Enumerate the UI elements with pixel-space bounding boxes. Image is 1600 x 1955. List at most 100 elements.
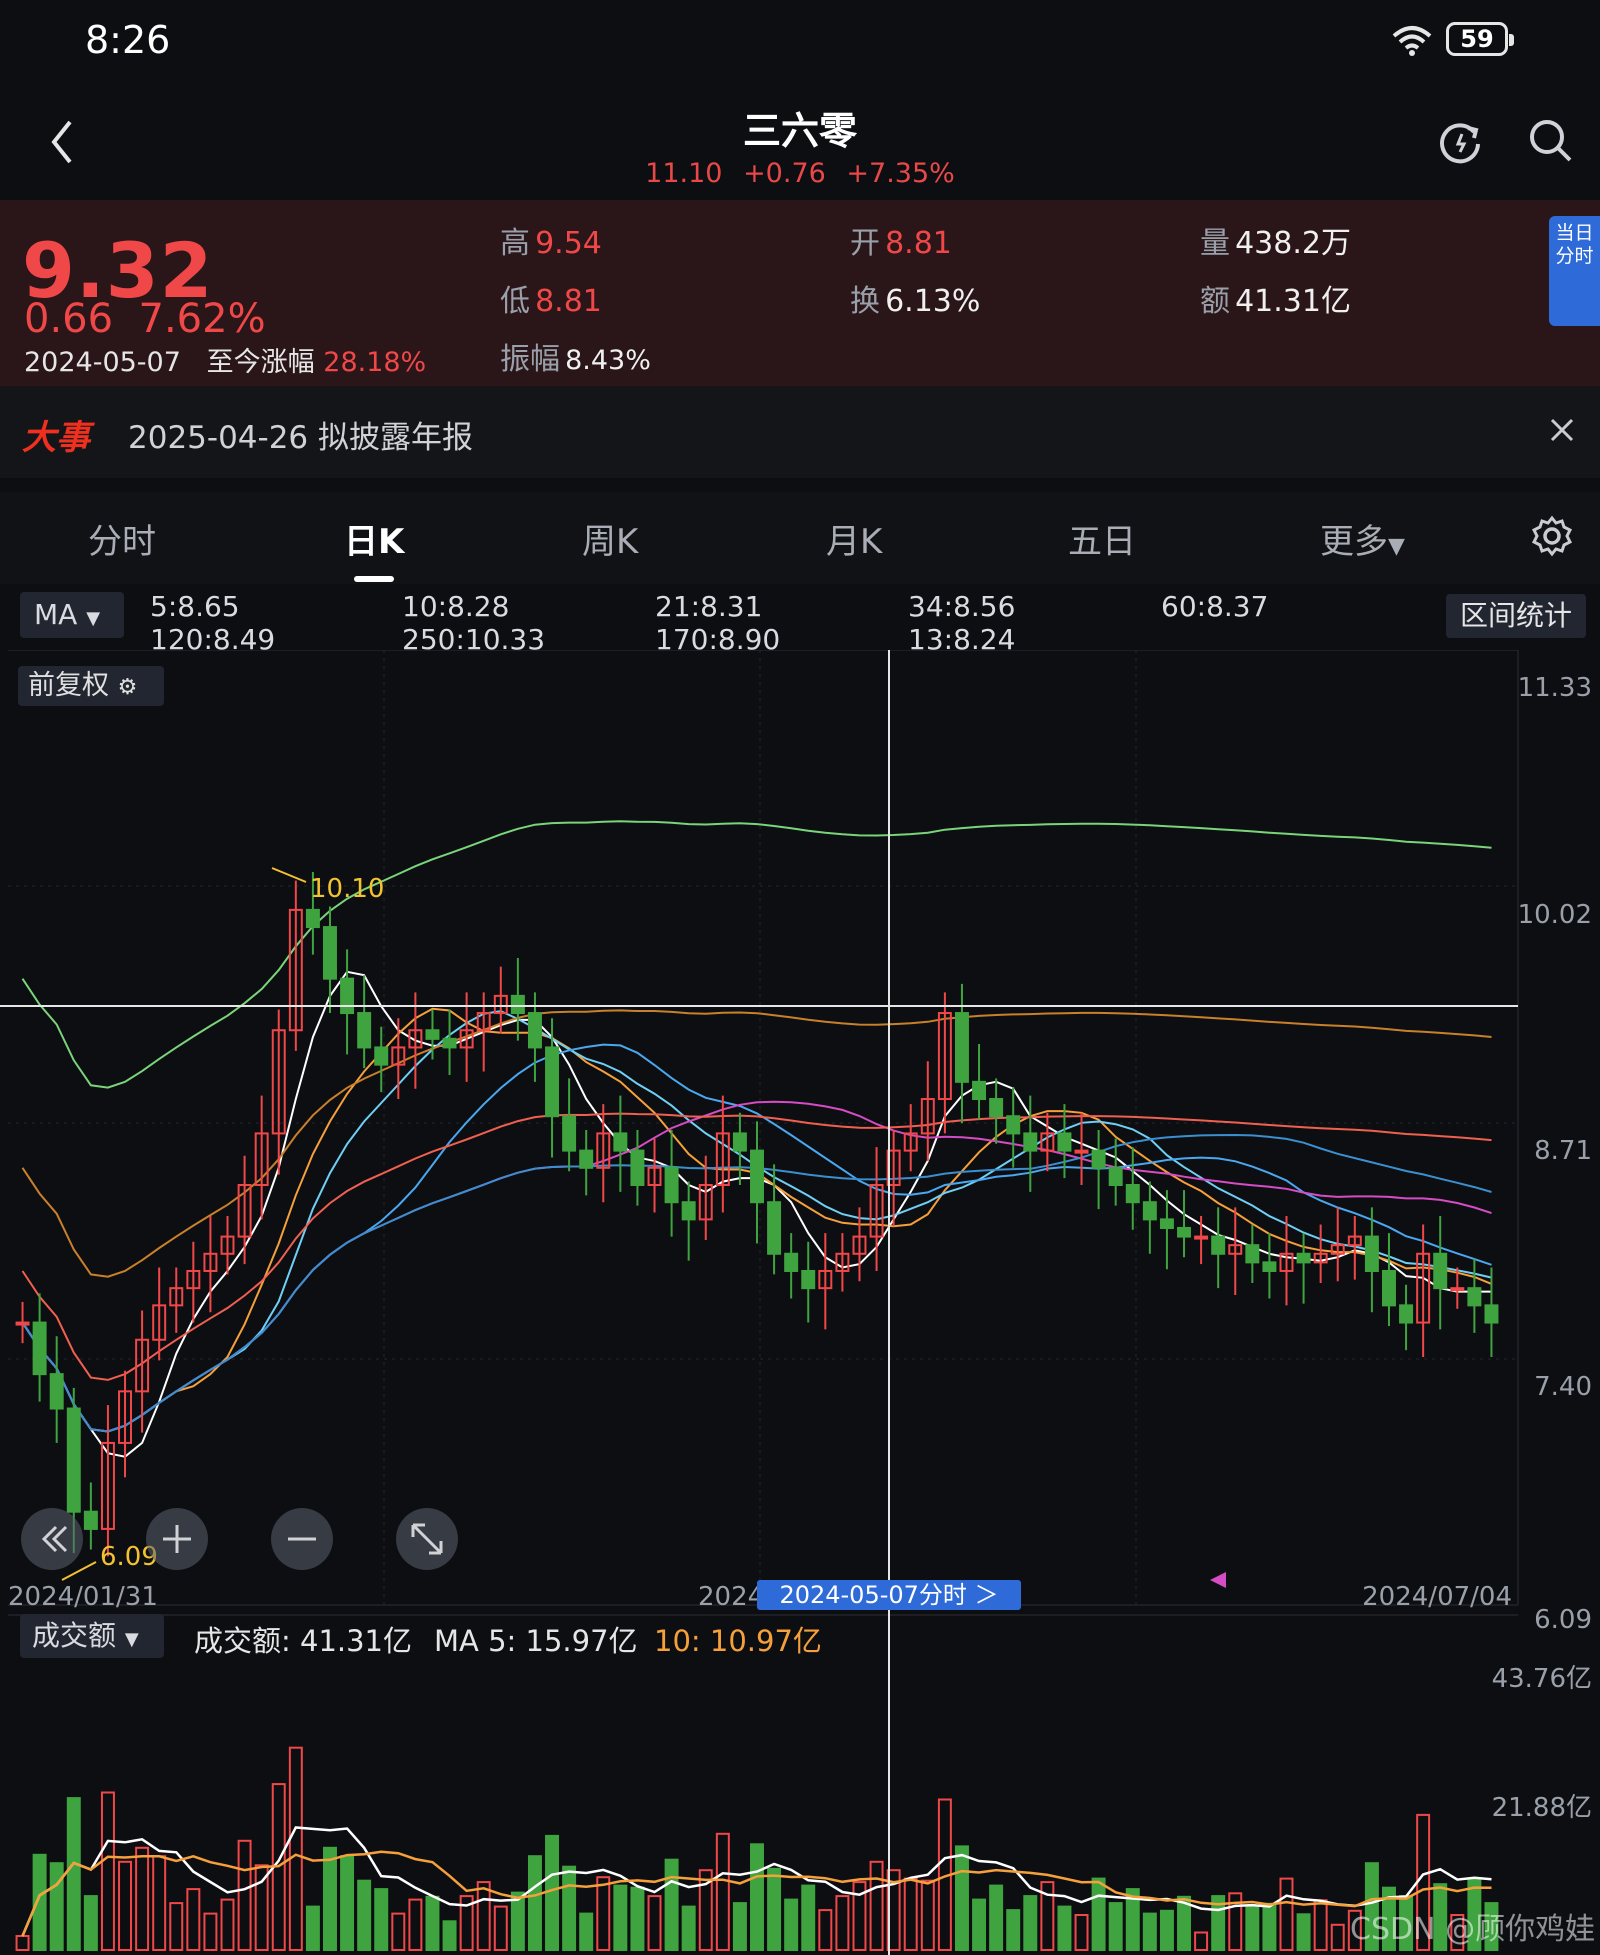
max-price-label: 10.10 bbox=[310, 874, 384, 904]
volume-bar bbox=[545, 1834, 560, 1952]
scroll-left-button[interactable] bbox=[21, 1508, 83, 1570]
volume-bar bbox=[989, 1884, 1004, 1951]
volume-bar bbox=[715, 1832, 730, 1952]
tab-intraday[interactable]: 分时 bbox=[88, 514, 156, 563]
kline-chart[interactable]: 10.10 6.09 11.33 10.02 8.71 7.40 6.09 20… bbox=[0, 650, 1600, 1955]
candle-body bbox=[784, 1252, 799, 1272]
volume-bar bbox=[1279, 1877, 1294, 1951]
tab-weekly-k[interactable]: 周K bbox=[582, 514, 638, 563]
volume-bar bbox=[1313, 1899, 1328, 1952]
candle-body bbox=[1433, 1252, 1448, 1290]
zoom-in-button[interactable] bbox=[146, 1508, 208, 1570]
volume-bar bbox=[750, 1843, 764, 1952]
volume-bar bbox=[374, 1888, 389, 1951]
candles bbox=[15, 872, 1499, 1557]
event-logo: 大事 bbox=[22, 418, 90, 458]
volume-bars bbox=[15, 1746, 1499, 1952]
volume-bar bbox=[510, 1891, 525, 1951]
volume-ma10: 10: 10.97亿 bbox=[654, 1624, 822, 1658]
candle-body bbox=[1074, 1149, 1089, 1154]
volume-bar bbox=[169, 1902, 184, 1951]
volume-bar bbox=[1091, 1877, 1106, 1951]
tab-monthly-k[interactable]: 月K bbox=[826, 514, 882, 563]
since-value: 28.18% bbox=[323, 347, 427, 378]
ma-selector[interactable]: MA ▼ bbox=[20, 592, 124, 638]
candle-body bbox=[1262, 1261, 1277, 1272]
price-axis-label: 7.40 bbox=[1534, 1372, 1592, 1402]
candle-body bbox=[1159, 1218, 1174, 1229]
volume-bar bbox=[818, 1909, 833, 1951]
ma-10: 10:8.28 bbox=[402, 590, 510, 623]
grid bbox=[8, 650, 1518, 1605]
realtime-quote: 11.10 +0.76 +7.35% bbox=[0, 158, 1600, 189]
volume-bar bbox=[1057, 1905, 1072, 1951]
realtime-change: +0.76 bbox=[743, 158, 826, 189]
ma-legend-row: MA ▼ 5:8.65 10:8.28 21:8.31 34:8.56 60:8… bbox=[0, 588, 1600, 656]
candle-body bbox=[527, 1012, 542, 1049]
tab-five-day[interactable]: 五日 bbox=[1068, 514, 1136, 563]
clock: 8:26 bbox=[85, 18, 171, 62]
crosshair-date-pill[interactable]: 2024-05-07分时 ＞ bbox=[757, 1580, 1021, 1610]
candle-body bbox=[1091, 1149, 1106, 1169]
volume-bar bbox=[835, 1895, 850, 1951]
volume-bar bbox=[647, 1895, 662, 1951]
candle-body bbox=[1484, 1304, 1499, 1324]
candle-body bbox=[681, 1201, 696, 1221]
ma-line bbox=[21, 820, 1492, 1089]
selected-change: 0.66 7.62% bbox=[24, 296, 266, 342]
fullscreen-button[interactable] bbox=[396, 1508, 458, 1570]
gear-icon[interactable] bbox=[1530, 514, 1574, 558]
search-icon[interactable] bbox=[1528, 118, 1574, 164]
volume-bar bbox=[442, 1920, 457, 1952]
candle-body bbox=[562, 1115, 577, 1152]
volume-bar bbox=[596, 1876, 611, 1951]
candle-body bbox=[1006, 1115, 1021, 1135]
adjust-mode-button[interactable]: 前复权 ⚙ bbox=[18, 666, 164, 706]
candle-body bbox=[357, 1012, 372, 1049]
refresh-icon[interactable] bbox=[1436, 118, 1484, 166]
tab-daily-k[interactable]: 日K bbox=[344, 514, 404, 563]
high-stat: 高 9.54 bbox=[500, 226, 602, 261]
tab-more[interactable]: 更多▼ bbox=[1320, 514, 1405, 563]
stock-header: 三六零 11.10 +0.76 +7.35% bbox=[0, 82, 1600, 200]
event-bar[interactable]: 大事 2025-04-26 拟披露年报 bbox=[0, 386, 1600, 478]
candle-body bbox=[579, 1149, 594, 1169]
candle-body bbox=[1177, 1226, 1191, 1238]
zoom-out-button[interactable] bbox=[271, 1508, 333, 1570]
volume-bar bbox=[408, 1898, 423, 1951]
volume-bar bbox=[49, 1862, 64, 1951]
volume-bar bbox=[135, 1846, 150, 1952]
ma-60: 60:8.37 bbox=[1161, 590, 1269, 623]
volume-bar bbox=[1330, 1923, 1345, 1952]
wifi-icon bbox=[1392, 26, 1432, 56]
volume-indicator-selector[interactable]: 成交额 ▼ bbox=[20, 1614, 164, 1658]
volume-bar bbox=[1142, 1912, 1157, 1951]
candle-body bbox=[323, 926, 337, 980]
volume-bar bbox=[1245, 1905, 1260, 1951]
volume-bar bbox=[1006, 1909, 1021, 1951]
ma-21: 21:8.31 bbox=[655, 590, 763, 623]
quote-panel: 9.32 0.66 7.62% 2024-05-07 至今涨幅 28.18% 高… bbox=[0, 200, 1600, 386]
volume-ma5: MA 5: 15.97亿 bbox=[434, 1624, 638, 1658]
open-stat: 开 8.81 bbox=[850, 226, 952, 261]
candle-body bbox=[545, 1046, 560, 1118]
range-stats-button[interactable]: 区间统计 bbox=[1446, 594, 1586, 638]
low-stat: 低 8.81 bbox=[500, 284, 602, 319]
active-tab-indicator bbox=[354, 576, 394, 582]
candle-body bbox=[66, 1407, 81, 1513]
volume-bar bbox=[15, 1935, 30, 1951]
volume-bar bbox=[784, 1898, 799, 1951]
close-icon[interactable] bbox=[1548, 416, 1576, 444]
candle-body bbox=[374, 1046, 389, 1066]
candle-body bbox=[630, 1149, 645, 1186]
candle-body bbox=[32, 1321, 47, 1376]
realtime-price: 11.10 bbox=[645, 158, 723, 189]
intraday-side-tab[interactable]: 当日分时 bbox=[1549, 216, 1600, 326]
volume-bar bbox=[323, 1846, 337, 1952]
status-bar: 8:26 59 bbox=[0, 0, 1600, 82]
volume-bar bbox=[100, 1791, 115, 1951]
volume-stat: 量 438.2万 bbox=[1200, 226, 1351, 261]
candle-body bbox=[972, 1080, 987, 1101]
volume-bar bbox=[664, 1858, 679, 1951]
volume-bar bbox=[1194, 1931, 1209, 1951]
